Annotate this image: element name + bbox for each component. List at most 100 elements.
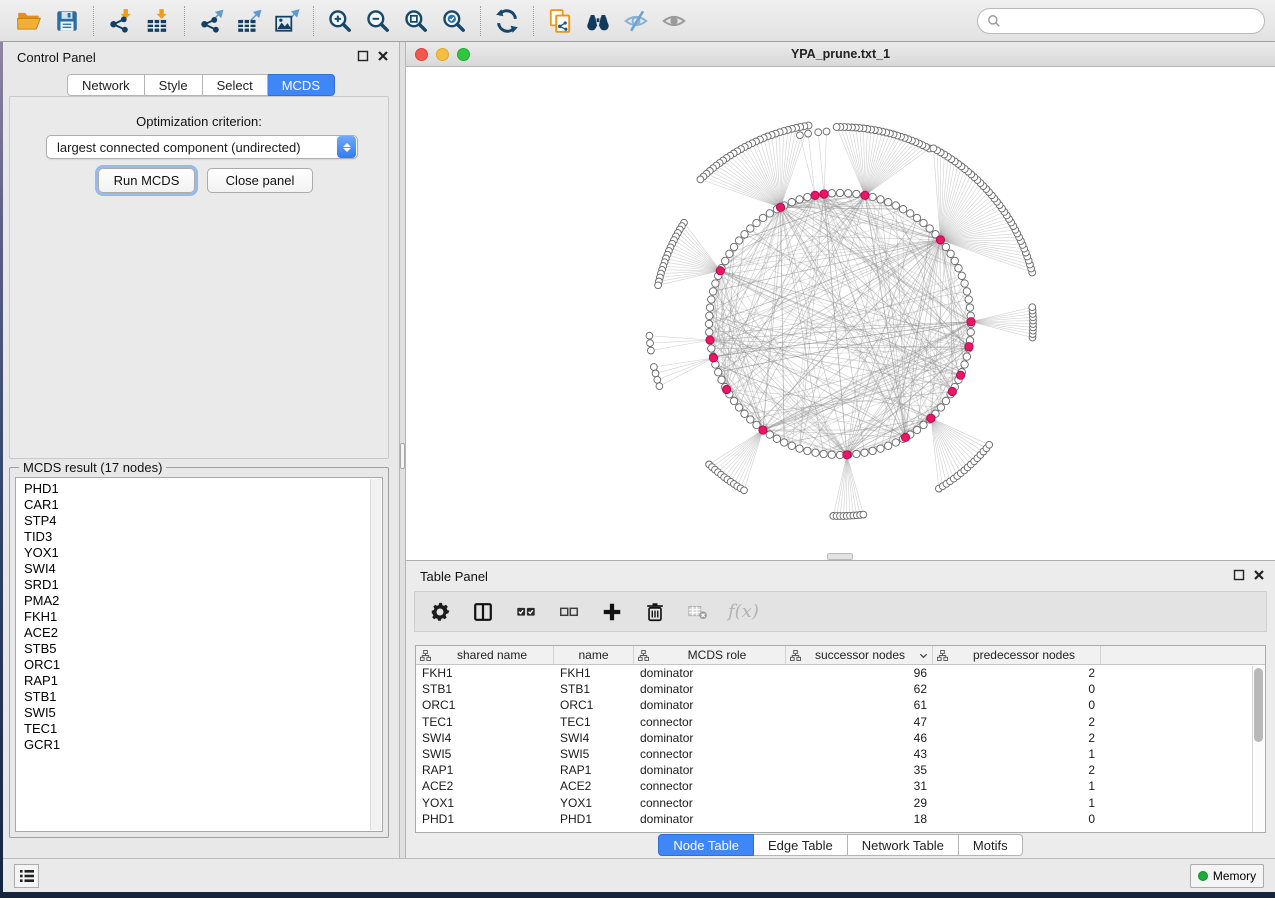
mcds-result-list[interactable]: PHD1CAR1STP4TID3YOX1SWI4SRD1PMA2FKH1ACE2… bbox=[15, 477, 383, 832]
export-table-button[interactable] bbox=[232, 4, 266, 38]
delete-table-button[interactable] bbox=[685, 599, 711, 625]
network-node[interactable] bbox=[815, 129, 822, 136]
network-node[interactable] bbox=[937, 404, 944, 411]
mcds-result-item[interactable]: ACE2 bbox=[24, 625, 382, 641]
network-node[interactable] bbox=[853, 450, 860, 457]
mcds-node[interactable] bbox=[957, 371, 965, 379]
import-network-button[interactable] bbox=[103, 4, 137, 38]
tab-motifs[interactable]: Motifs bbox=[959, 834, 1023, 856]
network-node[interactable] bbox=[942, 397, 949, 404]
zoom-out-button[interactable] bbox=[361, 4, 395, 38]
network-node[interactable] bbox=[966, 304, 973, 311]
mcds-result-item[interactable]: STB1 bbox=[24, 689, 382, 705]
network-node[interactable] bbox=[706, 312, 713, 319]
network-node[interactable] bbox=[735, 404, 742, 411]
network-node[interactable] bbox=[828, 451, 835, 458]
network-node[interactable] bbox=[766, 210, 773, 217]
delete-column-button[interactable] bbox=[642, 599, 668, 625]
float-panel-icon[interactable] bbox=[357, 50, 369, 62]
network-node[interactable] bbox=[788, 442, 795, 449]
network-node[interactable] bbox=[913, 214, 920, 221]
tab-mcds[interactable]: MCDS bbox=[268, 74, 335, 96]
table-row[interactable]: SWI5SWI5connector431 bbox=[416, 746, 1265, 762]
network-node[interactable] bbox=[722, 257, 729, 264]
table-row[interactable]: ORC1ORC1dominator610 bbox=[416, 697, 1265, 713]
table-row[interactable]: PHD1PHD1dominator180 bbox=[416, 811, 1265, 827]
network-node[interactable] bbox=[885, 199, 892, 206]
mcds-result-item[interactable]: CAR1 bbox=[24, 497, 382, 513]
network-node[interactable] bbox=[920, 421, 927, 428]
column-header-successor-nodes[interactable]: successor nodes bbox=[786, 646, 933, 664]
float-panel-icon[interactable] bbox=[1233, 569, 1245, 581]
network-node[interactable] bbox=[955, 265, 962, 272]
horizontal-splitter-grip[interactable] bbox=[827, 553, 853, 560]
network-node[interactable] bbox=[697, 176, 704, 183]
network-node[interactable] bbox=[708, 345, 715, 352]
mcds-node[interactable] bbox=[843, 451, 851, 459]
network-node[interactable] bbox=[747, 225, 754, 232]
network-node[interactable] bbox=[920, 219, 927, 226]
tab-select[interactable]: Select bbox=[203, 74, 268, 96]
network-node[interactable] bbox=[967, 329, 974, 336]
network-node[interactable] bbox=[718, 376, 725, 383]
network-node[interactable] bbox=[796, 196, 803, 203]
mcds-node[interactable] bbox=[716, 267, 724, 275]
table-row[interactable]: YOX1YOX1connector291 bbox=[416, 795, 1265, 811]
network-node[interactable] bbox=[715, 369, 722, 376]
network-node[interactable] bbox=[965, 296, 972, 303]
search-field[interactable] bbox=[977, 8, 1265, 34]
network-node[interactable] bbox=[735, 237, 742, 244]
network-node[interactable] bbox=[899, 206, 906, 213]
network-node[interactable] bbox=[726, 250, 733, 257]
network-node[interactable] bbox=[741, 231, 748, 238]
network-node[interactable] bbox=[942, 243, 949, 250]
mcds-result-item[interactable]: GCR1 bbox=[24, 737, 382, 753]
mcds-node[interactable] bbox=[723, 385, 731, 393]
network-node[interactable] bbox=[869, 193, 876, 200]
criterion-select[interactable]: largest connected component (undirected) bbox=[46, 135, 358, 159]
zoom-in-button[interactable] bbox=[323, 4, 357, 38]
network-node[interactable] bbox=[958, 272, 965, 279]
mcds-result-item[interactable]: STP4 bbox=[24, 513, 382, 529]
network-node[interactable] bbox=[951, 257, 958, 264]
network-canvas[interactable] bbox=[406, 67, 1275, 560]
mcds-result-item[interactable]: PHD1 bbox=[24, 481, 382, 497]
network-node[interactable] bbox=[747, 416, 754, 423]
select-all-button[interactable] bbox=[513, 599, 539, 625]
import-table-button[interactable] bbox=[141, 4, 175, 38]
network-node[interactable] bbox=[877, 196, 884, 203]
network-node[interactable] bbox=[892, 202, 899, 209]
table-row[interactable]: TEC1TEC1connector472 bbox=[416, 714, 1265, 730]
copy-network-button[interactable] bbox=[543, 4, 577, 38]
network-node[interactable] bbox=[812, 449, 819, 456]
mcds-node[interactable] bbox=[901, 433, 909, 441]
mcds-node[interactable] bbox=[936, 236, 944, 244]
network-node[interactable] bbox=[823, 128, 830, 135]
network-node[interactable] bbox=[907, 210, 914, 217]
mcds-node[interactable] bbox=[927, 414, 935, 422]
mcds-node[interactable] bbox=[967, 318, 975, 326]
network-node[interactable] bbox=[963, 353, 970, 360]
run-mcds-button[interactable]: Run MCDS bbox=[98, 168, 195, 193]
function-builder-button[interactable]: f(x) bbox=[728, 599, 759, 625]
table-scrollbar[interactable] bbox=[1252, 666, 1265, 832]
list-scrollbar[interactable] bbox=[370, 479, 381, 830]
table-row[interactable]: RAP1RAP1dominator352 bbox=[416, 762, 1265, 778]
network-node[interactable] bbox=[654, 376, 661, 383]
search-network-button[interactable] bbox=[581, 4, 615, 38]
network-node[interactable] bbox=[892, 439, 899, 446]
network-node[interactable] bbox=[788, 199, 795, 206]
network-node[interactable] bbox=[885, 442, 892, 449]
mcds-result-item[interactable]: RAP1 bbox=[24, 673, 382, 689]
mcds-result-item[interactable]: SWI4 bbox=[24, 561, 382, 577]
network-node[interactable] bbox=[1029, 304, 1036, 311]
network-node[interactable] bbox=[705, 320, 712, 327]
network-node[interactable] bbox=[961, 361, 968, 368]
mcds-result-item[interactable]: STB5 bbox=[24, 641, 382, 657]
network-node[interactable] bbox=[986, 441, 993, 448]
network-node[interactable] bbox=[759, 214, 766, 221]
network-node[interactable] bbox=[796, 445, 803, 452]
network-node[interactable] bbox=[730, 397, 737, 404]
network-node[interactable] bbox=[820, 450, 827, 457]
network-node[interactable] bbox=[656, 383, 663, 390]
